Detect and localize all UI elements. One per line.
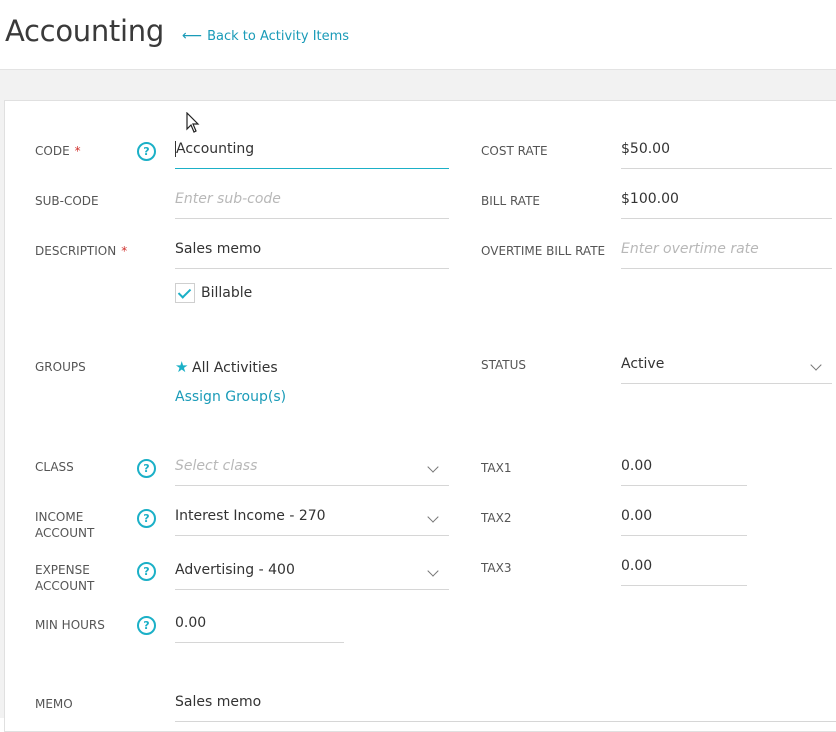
min-hours-label: MIN HOURS [35,618,105,632]
expense-account-help-icon[interactable]: ? [137,562,156,581]
bill-rate-input[interactable]: $100.00 [621,183,832,219]
expense-account-label: EXPENSE ACCOUNT [35,563,95,593]
income-account-select[interactable]: Interest Income - 270 [175,500,449,536]
sub-code-placeholder: Enter sub-code [175,191,281,207]
code-label: CODE * [35,144,81,158]
code-help-icon[interactable]: ? [137,142,156,161]
required-marker: * [74,144,81,158]
tax3-value: 0.00 [621,558,653,574]
sub-code-label: SUB-CODE [35,194,99,208]
tax2-input[interactable]: 0.00 [621,500,747,536]
bill-rate-label: BILL RATE [481,194,540,208]
chevron-down-icon [427,565,439,577]
assign-groups-link[interactable]: Assign Group(s) [175,389,286,405]
groups-value: All Activities [192,360,278,376]
status-value: Active [621,356,665,372]
overtime-bill-rate-input[interactable]: Enter overtime rate [621,233,832,269]
chevron-down-icon [427,461,439,473]
income-account-label: INCOME ACCOUNT [35,510,95,540]
income-account-help-icon[interactable]: ? [137,509,156,528]
billable-label: Billable [201,285,253,301]
groups-label: GROUPS [35,360,86,374]
class-help-icon[interactable]: ? [137,459,156,478]
description-label: DESCRIPTION * [35,244,128,258]
memo-label: MEMO [35,697,73,711]
code-input[interactable]: Accounting [175,133,449,169]
page-title: Accounting [5,14,164,48]
expense-account-select[interactable]: Advertising - 400 [175,554,449,590]
class-select[interactable]: Select class [175,450,449,486]
tax3-input[interactable]: 0.00 [621,550,747,586]
class-label: CLASS [35,460,74,474]
memo-input[interactable]: Sales memo [175,686,836,722]
arrow-left-icon: ⟵ [182,28,203,44]
back-to-activity-items-link[interactable]: ⟵ Back to Activity Items [182,28,349,44]
description-input[interactable]: Sales memo [175,233,449,269]
class-placeholder: Select class [175,458,258,474]
page-header: Accounting ⟵ Back to Activity Items [0,0,836,70]
expense-account-value: Advertising - 400 [175,562,295,578]
overtime-bill-rate-label: OVERTIME BILL RATE [481,244,606,258]
tax2-value: 0.00 [621,508,653,524]
cost-rate-input[interactable]: $50.00 [621,133,832,169]
memo-value: Sales memo [175,694,262,710]
billable-checkbox[interactable] [175,283,195,303]
income-account-value: Interest Income - 270 [175,508,326,524]
status-select[interactable]: Active [621,348,832,384]
mouse-pointer-icon [186,112,200,133]
required-marker: * [121,244,128,258]
tax2-label: TAX2 [481,511,512,525]
chevron-down-icon [427,511,439,523]
status-label: STATUS [481,358,527,372]
bill-rate-value: $100.00 [621,191,679,207]
min-hours-input[interactable]: 0.00 [175,607,344,643]
overtime-bill-rate-placeholder: Enter overtime rate [621,241,759,257]
tax1-input[interactable]: 0.00 [621,450,747,486]
tax3-label: TAX3 [481,561,512,575]
tax1-label: TAX1 [481,461,512,475]
description-value: Sales memo [175,241,262,257]
tax1-value: 0.00 [621,458,653,474]
back-link-label: Back to Activity Items [207,29,350,44]
sub-code-input[interactable]: Enter sub-code [175,183,449,219]
cost-rate-value: $50.00 [621,141,670,157]
min-hours-help-icon[interactable]: ? [137,616,156,635]
chevron-down-icon [810,359,822,371]
star-icon: ★ [175,358,189,376]
min-hours-value: 0.00 [175,615,207,631]
cost-rate-label: COST RATE [481,144,548,158]
code-value: Accounting [175,141,255,157]
check-icon [177,285,192,299]
